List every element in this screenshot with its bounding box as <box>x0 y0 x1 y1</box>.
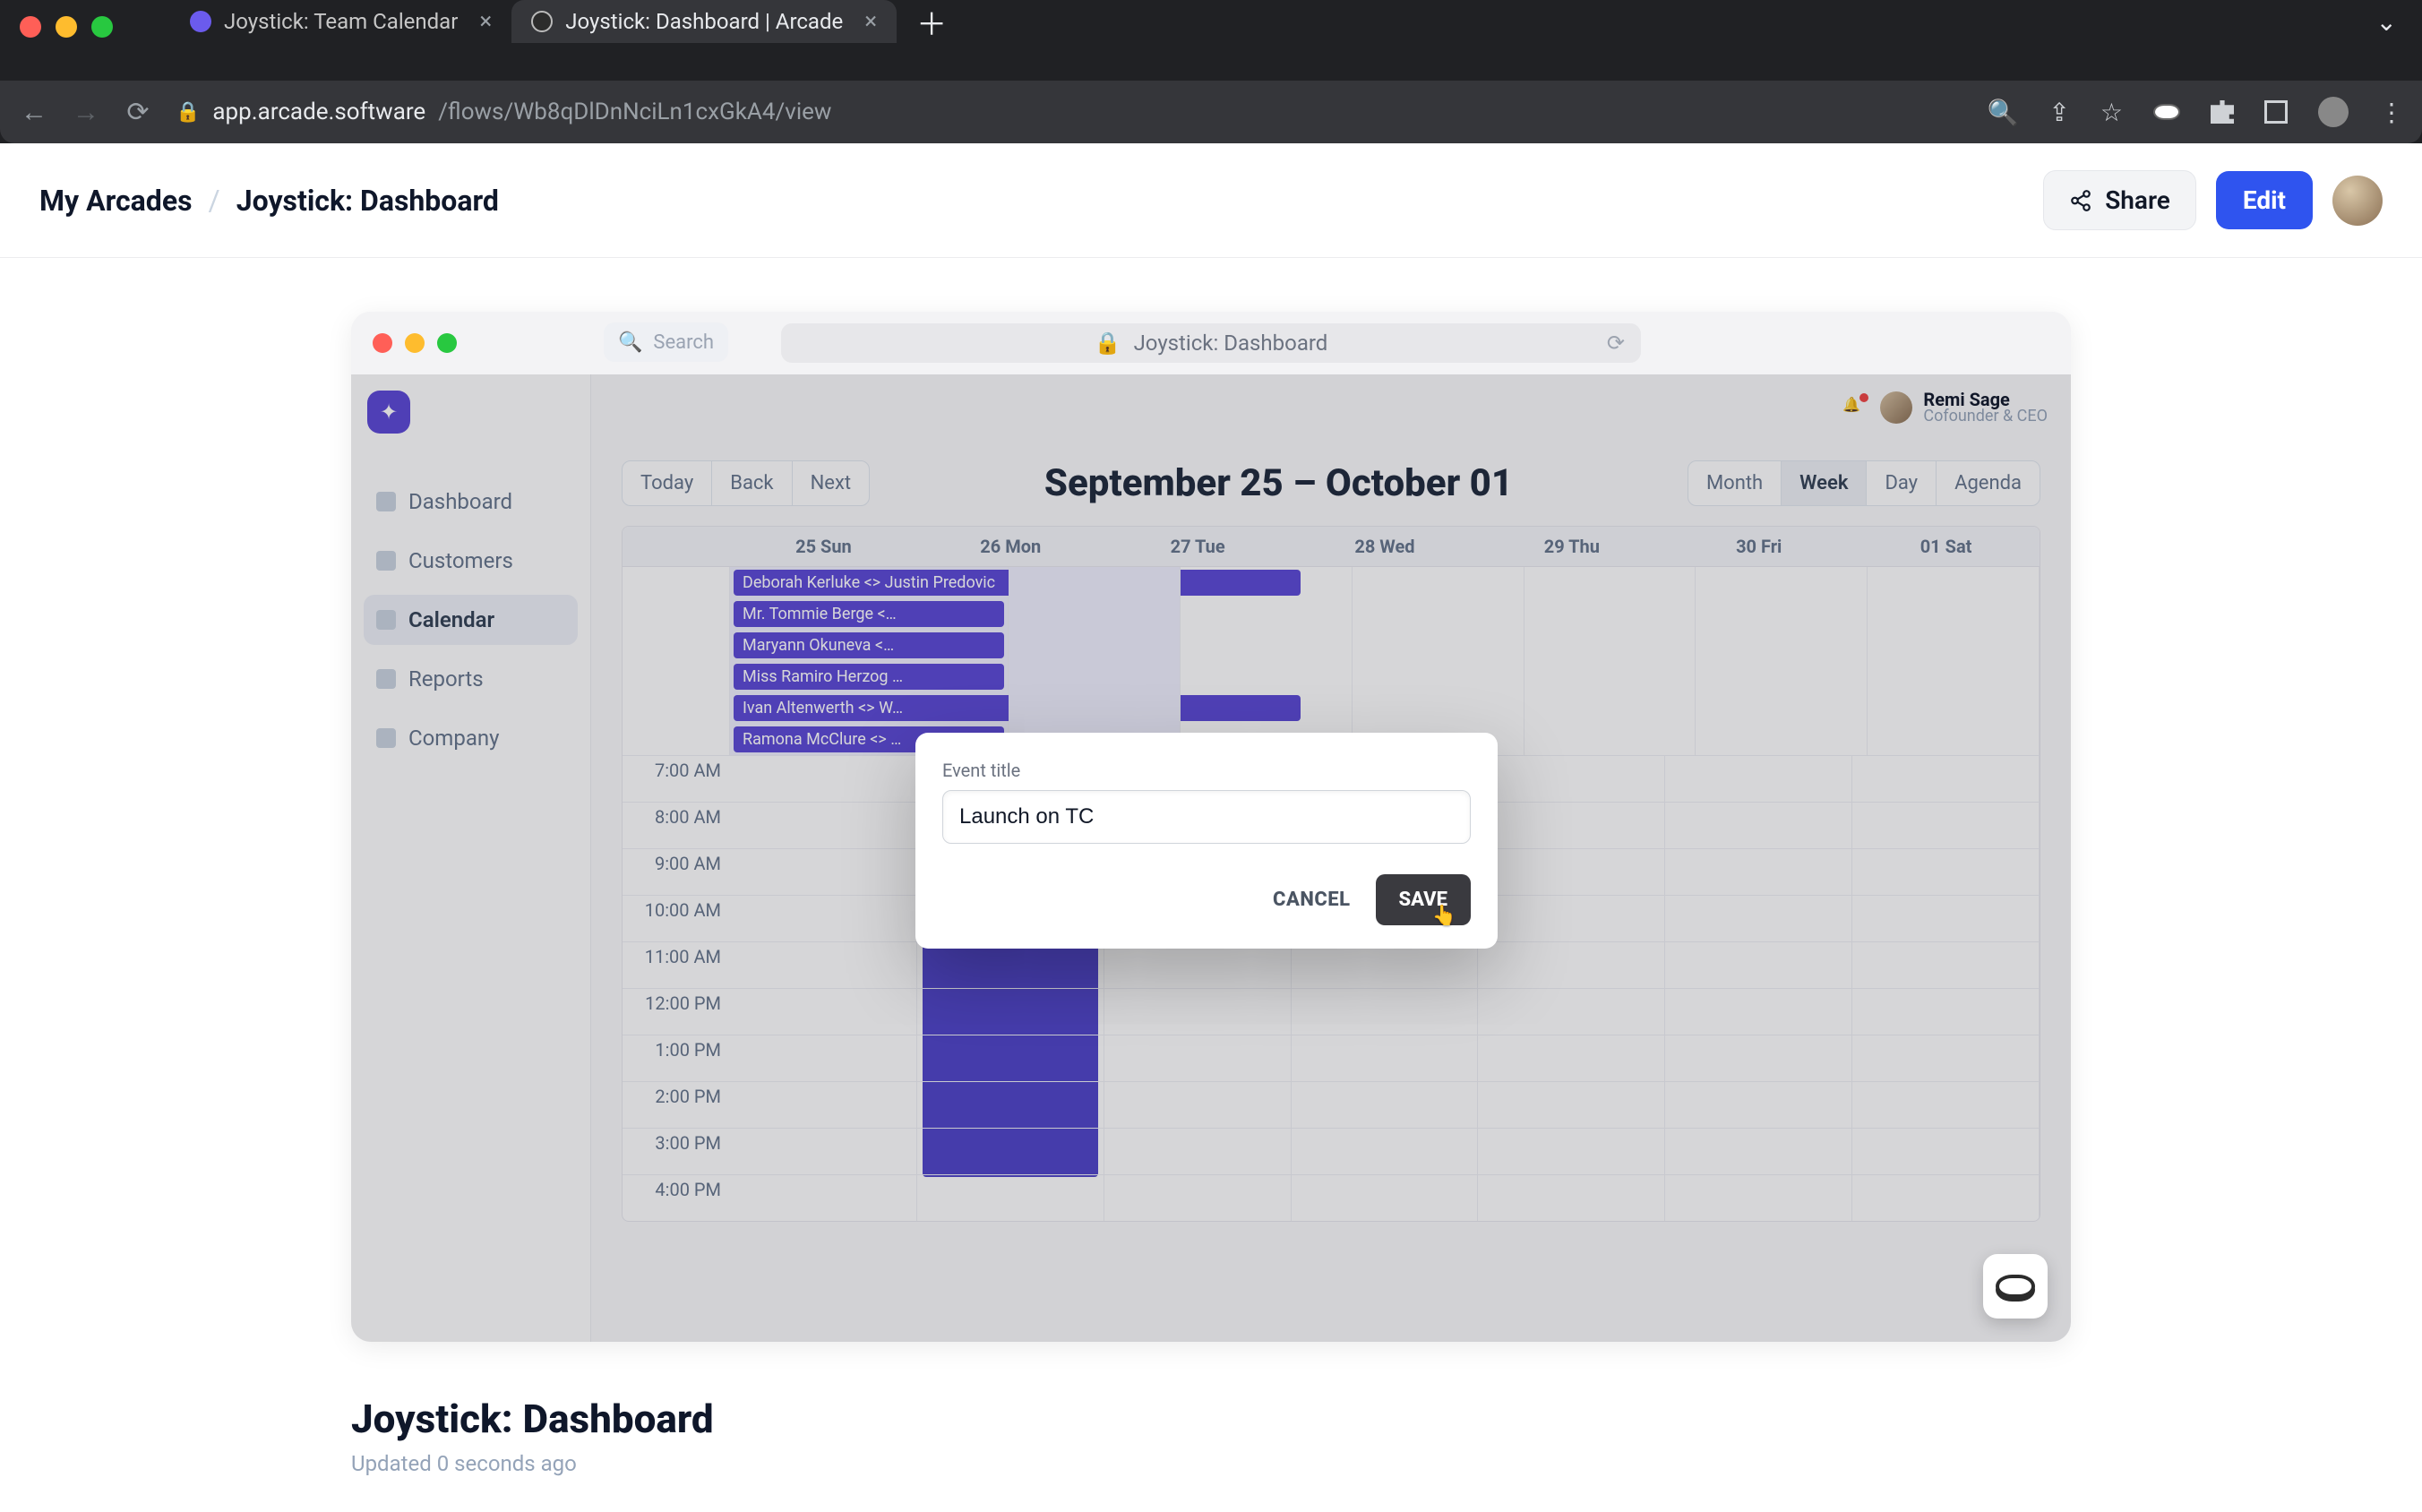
bookmark-star-icon[interactable]: ☆ <box>2100 98 2123 127</box>
event-title-input[interactable] <box>942 790 1471 844</box>
browser-tab-2[interactable]: Joystick: Dashboard | Arcade × <box>511 0 897 43</box>
preview-title: Joystick: Dashboard <box>1134 331 1328 356</box>
browser-tabs: Joystick: Team Calendar × Joystick: Dash… <box>0 0 2422 43</box>
arcade-preview-frame: 🔒 Joystick: Dashboard ⟳ ✦ Dashboard Cust… <box>351 312 2071 1342</box>
share-icon <box>2069 189 2092 212</box>
new-tab-button[interactable]: ＋ <box>897 0 966 44</box>
tab-title: Joystick: Team Calendar <box>224 9 458 34</box>
cursor-icon: 👆 <box>1432 905 1456 927</box>
preview-minimize-dot <box>405 333 425 353</box>
address-bar[interactable]: 🔒 app.arcade.software/flows/Wb8qDlDnNciL… <box>176 99 831 125</box>
url-path: /flows/Wb8qDlDnNciLn1cxGkA4/view <box>438 99 831 125</box>
arcade-updated-text: Updated 0 seconds ago <box>351 1451 2071 1476</box>
kebab-menu-icon[interactable]: ⋮ <box>2379 98 2402 127</box>
breadcrumb-page: Joystick: Dashboard <box>236 184 499 218</box>
save-button[interactable]: SAVE 👆 <box>1376 874 1472 925</box>
edit-button[interactable]: Edit <box>2216 171 2313 229</box>
preview-zoom-dot <box>437 333 457 353</box>
arcade-badge-button[interactable] <box>1983 1254 2048 1319</box>
profile-avatar-icon[interactable] <box>2318 97 2349 127</box>
account-avatar[interactable] <box>2332 176 2383 226</box>
nav-reload-icon[interactable]: ⟳ <box>124 97 152 128</box>
search-input[interactable]: 🔍 Search <box>604 322 728 362</box>
share-button-label: Share <box>2105 185 2170 215</box>
breadcrumb-separator: / <box>193 184 236 218</box>
edit-button-label: Edit <box>2243 185 2286 215</box>
share-sheet-icon[interactable]: ⇪ <box>2048 98 2069 127</box>
favicon-icon <box>190 11 211 32</box>
favicon-icon <box>531 11 553 32</box>
nav-forward-icon: → <box>72 97 100 128</box>
tab-title: Joystick: Dashboard | Arcade <box>565 9 843 34</box>
search-placeholder: Search <box>653 331 714 354</box>
tab-close-icon[interactable]: × <box>864 8 877 35</box>
browser-toolbar: ← → ⟳ 🔒 app.arcade.software/flows/Wb8qDl… <box>0 81 2422 143</box>
nav-back-icon[interactable]: ← <box>20 97 48 128</box>
tabs-overflow-icon[interactable]: ⌄ <box>2376 7 2422 37</box>
sidepanel-icon[interactable] <box>2264 100 2288 124</box>
cancel-button[interactable]: CANCEL <box>1264 874 1359 925</box>
reload-icon: ⟳ <box>1607 331 1625 356</box>
search-icon: 🔍 <box>618 331 642 354</box>
url-host: app.arcade.software <box>212 99 425 125</box>
share-button[interactable]: Share <box>2043 170 2196 230</box>
zoom-icon[interactable]: 🔍 <box>1988 98 2019 127</box>
breadcrumb-root[interactable]: My Arcades <box>39 184 193 218</box>
tab-close-icon[interactable]: × <box>479 8 492 35</box>
event-title-label: Event title <box>942 760 1471 781</box>
arcade-title: Joystick: Dashboard <box>351 1396 2071 1442</box>
preview-url-pill: 🔒 Joystick: Dashboard ⟳ <box>781 323 1641 363</box>
lock-icon: 🔒 <box>176 101 200 124</box>
arcade-logo-icon <box>1996 1275 2035 1298</box>
extensions-icon[interactable] <box>2211 100 2234 124</box>
browser-tab-1[interactable]: Joystick: Team Calendar × <box>170 0 511 43</box>
extension-arcade-icon[interactable] <box>2153 104 2180 120</box>
app-header: My Arcades / Joystick: Dashboard Share E… <box>0 143 2422 258</box>
event-title-modal: Event title CANCEL SAVE 👆 <box>915 733 1498 949</box>
lock-icon: 🔒 <box>1095 331 1121 356</box>
preview-close-dot <box>373 333 392 353</box>
